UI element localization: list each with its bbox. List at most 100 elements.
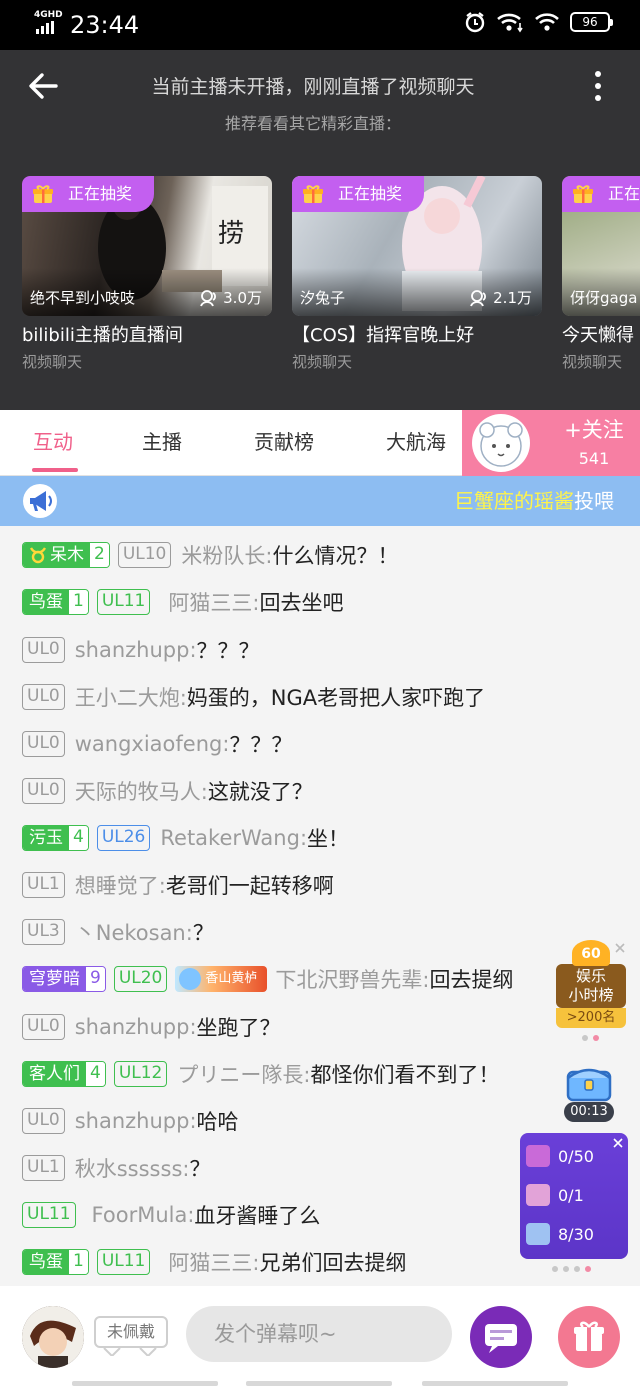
- chest-icon: [566, 1068, 612, 1102]
- gift-box-icon: [574, 1321, 604, 1351]
- chat-message[interactable]: UL0 天际的牧马人: 这就没了？: [22, 776, 313, 806]
- chat-nickname[interactable]: プリニー隊長:: [177, 1059, 310, 1089]
- medal-level: 4: [69, 826, 88, 850]
- chat-nickname[interactable]: 想睡觉了:: [75, 870, 166, 900]
- viewer-number: 3.0万: [223, 289, 262, 307]
- chat-text: ？: [192, 921, 214, 945]
- fan-medal[interactable]: 呆木 2: [22, 542, 110, 568]
- chat-nickname[interactable]: 秋水ssssss:: [75, 1153, 190, 1183]
- card-title[interactable]: bilibili主播的直播间: [22, 324, 183, 348]
- user-level: UL0: [22, 637, 65, 663]
- follower-count: 541: [578, 449, 610, 468]
- medal-level: 1: [69, 1250, 88, 1274]
- chat-text: ？？？: [229, 733, 293, 757]
- svg-text:捞: 捞: [218, 219, 244, 249]
- follow-label[interactable]: +关注: [548, 416, 640, 444]
- lottery-label: 正在抽奖: [608, 184, 640, 203]
- close-icon[interactable]: [612, 1137, 624, 1149]
- fan-medal[interactable]: 穹萝暗 9: [22, 966, 106, 992]
- fan-medal[interactable]: 客人们 4: [22, 1061, 106, 1087]
- more-vertical-icon[interactable]: [590, 68, 606, 104]
- chat-message[interactable]: UL0 shanzhupp: 哈哈: [22, 1106, 239, 1136]
- clock: 23:44: [70, 11, 140, 39]
- card-title[interactable]: 【COS】指挥官晚上好: [292, 324, 474, 348]
- treasure-chest[interactable]: 00:13: [560, 1058, 618, 1124]
- chat-message[interactable]: UL0 wangxiaofeng:？？？: [22, 729, 292, 759]
- follow-button[interactable]: +关注 541: [462, 410, 640, 476]
- taurus-icon: [29, 547, 47, 564]
- chat-nickname[interactable]: 天际的牧马人:: [75, 776, 208, 806]
- title-badge: 香山黄栌: [175, 966, 268, 992]
- chat-message[interactable]: 鸟蛋 1 UL11 阿猫三三: 兄弟们回去提纲: [22, 1247, 406, 1277]
- chat-message[interactable]: 呆木 2 UL10 米粉队长: 什么情况？！: [22, 540, 398, 570]
- chat-text: 血牙酱睡了么: [194, 1204, 321, 1228]
- chat-nickname[interactable]: 下北沢野兽先辈:: [275, 964, 429, 994]
- chat-text: 回去坐吧: [259, 591, 344, 615]
- chat-message[interactable]: UL1 想睡觉了: 老哥们一起转移啊: [22, 870, 334, 900]
- task-row[interactable]: 0/1: [526, 1181, 584, 1209]
- hourly-rank-widget[interactable]: 娱乐 小时榜 >200名 60: [554, 940, 628, 1028]
- chat-nickname[interactable]: 王小二大炮:: [75, 682, 187, 712]
- chat-message[interactable]: UL3 丶Nekosan:？: [22, 917, 214, 947]
- chat-message[interactable]: 穹萝暗 9 UL20 香山黄栌 下北沢野兽先辈: 回去提纲: [22, 964, 513, 994]
- recommend-card[interactable]: 正在抽奖 汐兔子 2.1万 【COS】指挥官晚上好 视频聊天: [292, 176, 542, 376]
- avatar-image: [22, 1306, 84, 1368]
- gift-icon: [33, 185, 53, 203]
- close-icon[interactable]: [614, 942, 626, 954]
- user-level: UL1: [22, 872, 65, 898]
- chat-message[interactable]: 鸟蛋 1 UL11 阿猫三三: 回去坐吧: [22, 587, 343, 617]
- card-thumbnail[interactable]: 捞 正在抽奖 绝不早到小吱吱 3.0万: [22, 176, 272, 316]
- chat-nickname[interactable]: 米粉队长:: [181, 540, 272, 570]
- gift-icon: [573, 185, 593, 203]
- user-level: UL0: [22, 1108, 65, 1134]
- announcement-text: 巨蟹座的瑶酱投喂: [454, 486, 614, 516]
- card-title[interactable]: 今天懒得: [562, 324, 634, 348]
- gift-button[interactable]: [558, 1306, 620, 1368]
- chat-nickname[interactable]: wangxiaofeng:: [75, 732, 230, 756]
- rank-box[interactable]: 娱乐 小时榜: [556, 964, 626, 1008]
- chat-nickname[interactable]: 阿猫三三:: [168, 1247, 259, 1277]
- tab-contribution-rank[interactable]: 贡献榜: [254, 428, 314, 456]
- network-type: 4GHD: [34, 10, 63, 20]
- chat-nickname[interactable]: shanzhupp:: [75, 638, 197, 662]
- viewer-count: 2.1万: [469, 288, 532, 308]
- chat-message[interactable]: UL0 王小二大炮: 妈蛋的，NGA老哥把人家吓跑了: [22, 682, 485, 712]
- fan-medal[interactable]: 鸟蛋 1: [22, 1249, 89, 1275]
- danmu-input[interactable]: 发个弹幕呗~: [186, 1306, 452, 1362]
- fan-medal[interactable]: 鸟蛋 1: [22, 589, 89, 615]
- chat-nickname[interactable]: FoorMula:: [92, 1203, 195, 1227]
- chat-nickname[interactable]: 阿猫三三:: [168, 587, 259, 617]
- task-row[interactable]: 0/50: [526, 1142, 594, 1170]
- recommend-card[interactable]: 正在抽奖 伢伢gaga 今天懒得 视频聊天: [562, 176, 640, 376]
- card-thumbnail[interactable]: 正在抽奖 汐兔子 2.1万: [292, 176, 542, 316]
- task-icon: [526, 1223, 550, 1245]
- chat-message[interactable]: UL1 秋水ssssss:？: [22, 1153, 210, 1183]
- danmu-settings-button[interactable]: [470, 1306, 532, 1368]
- chat-nickname[interactable]: RetakerWang:: [160, 826, 307, 850]
- chat-message[interactable]: UL11 FoorMula: 血牙酱睡了么: [22, 1200, 320, 1230]
- chat-message[interactable]: 客人们 4 UL12 プリニー隊長: 都怪你们看不到了！: [22, 1059, 499, 1089]
- chat-nickname[interactable]: 丶Nekosan:: [75, 917, 193, 947]
- chat-nickname[interactable]: shanzhupp:: [75, 1109, 197, 1133]
- streamer-avatar[interactable]: [472, 414, 530, 472]
- chat-message[interactable]: UL0 shanzhupp:？？？: [22, 635, 260, 665]
- user-level: UL12: [113, 1061, 168, 1087]
- chat-text: 哈哈: [196, 1110, 239, 1134]
- task-panel[interactable]: 0/50 0/1 8/30: [520, 1133, 628, 1259]
- chat-message[interactable]: UL0 shanzhupp: 坐跑了？: [22, 1012, 281, 1042]
- medal-wear-button[interactable]: 未佩戴: [94, 1316, 168, 1348]
- recommend-card[interactable]: 捞 正在抽奖 绝不早到小吱吱 3.0万 bilibili主播的直播间 视频聊天: [22, 176, 272, 376]
- card-thumbnail[interactable]: 正在抽奖 伢伢gaga: [562, 176, 640, 316]
- tab-guard[interactable]: 大航海: [386, 428, 446, 456]
- fan-medal[interactable]: 污玉 4: [22, 825, 89, 851]
- user-level: UL3: [22, 919, 65, 945]
- tab-streamer[interactable]: 主播: [142, 428, 182, 456]
- chat-message[interactable]: 污玉 4 UL26 RetakerWang: 坐！: [22, 823, 349, 853]
- chat-text: ？: [189, 1157, 211, 1181]
- status-bar: 4GHD 23:44 96: [0, 0, 640, 50]
- tab-interaction[interactable]: 互动: [33, 428, 73, 456]
- task-row[interactable]: 8/30: [526, 1220, 594, 1248]
- chat-nickname[interactable]: shanzhupp:: [75, 1015, 197, 1039]
- avatar[interactable]: [22, 1306, 84, 1368]
- streamer-name: 绝不早到小吱吱: [30, 289, 136, 307]
